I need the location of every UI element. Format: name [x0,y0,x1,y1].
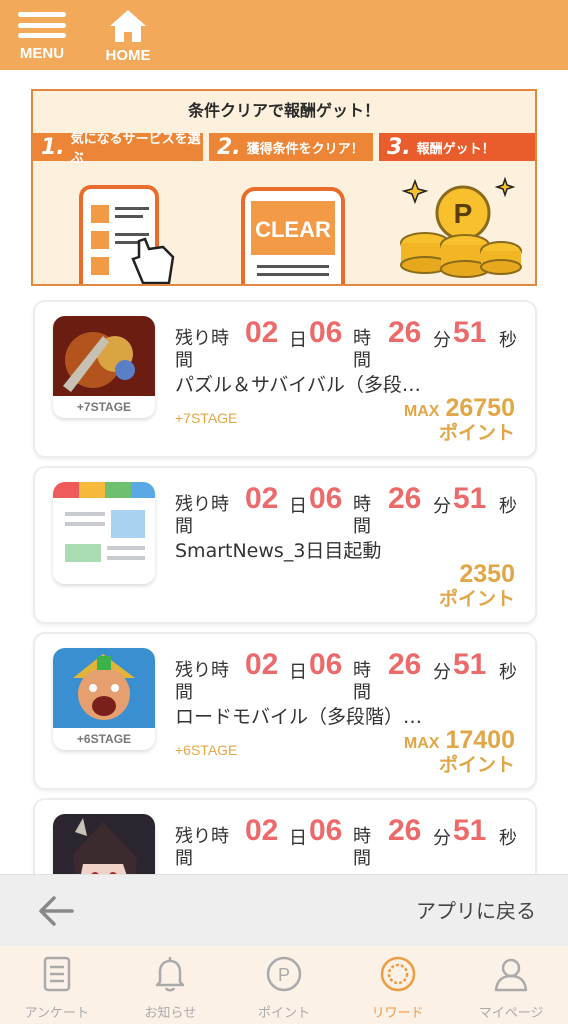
days-value: 02 [245,814,279,847]
menu-button[interactable]: MENU [7,8,77,66]
survey-icon [43,956,71,992]
svg-text:P: P [278,965,290,985]
days-value: 02 [245,316,279,349]
coin-stack-illustration: P [400,176,522,278]
offer-thumbnail [53,482,155,584]
tab-survey[interactable]: アンケート [0,946,114,1024]
tab-mypage[interactable]: マイページ [454,946,568,1024]
menu-label: MENU [19,45,65,62]
game-art-image [53,648,155,728]
remaining-time: 残り時 間 02 日 06 時 間 26 分 51 秒 [175,316,517,371]
thumbnail-stage-label: +7STAGE [53,396,155,418]
home-label: HOME [105,47,151,64]
days-value: 02 [245,648,279,681]
clear-text: CLEAR [255,217,331,242]
home-button[interactable]: HOME [93,8,163,66]
remaining-time: 残り時 間 02 日 06 時 間 26 分 51 秒 [175,482,517,537]
tab-reward[interactable]: リワード [341,946,455,1024]
tab-label: マイページ [478,1006,544,1021]
offer-card[interactable]: +7STAGE 残り時 間 02 日 06 時 間 26 分 51 秒 パズル＆… [33,300,537,458]
offer-stage-text: +7STAGE [175,410,238,426]
offer-points: MAX 26750 ポイント [403,394,515,444]
tab-notifications[interactable]: お知らせ [114,946,228,1024]
back-arrow-icon[interactable] [36,893,76,929]
minutes-value: 26 [388,482,422,515]
smartnews-logo-icon [53,482,155,584]
home-icon [110,10,146,42]
offer-card[interactable]: 残り時 間 02 日 06 時 間 26 分 51 秒 SmartNews_3日… [33,466,537,624]
tab-label: お知らせ [144,1006,197,1021]
bell-icon [156,957,185,992]
offer-points: MAX 17400 ポイント [403,726,515,776]
offer-points: 2350 ポイント [438,560,515,610]
point-icon: P [266,956,302,992]
phone-select-illustration [79,185,175,284]
minutes-value: 26 [388,648,422,681]
user-icon [494,958,528,992]
hamburger-icon [18,8,66,42]
offer-thumbnail: +7STAGE [53,316,155,418]
thumbnail-stage-label: +6STAGE [53,728,155,750]
minutes-value: 26 [388,316,422,349]
game-art-image [53,316,155,396]
banner-step-3: 3. 報酬ゲット！ [379,133,535,161]
banner-title: 条件クリアで報酬ゲット！ [187,101,380,120]
seconds-value: 51 [453,648,487,681]
tab-label: リワード [371,1006,424,1021]
bottom-tab-bar: アンケート お知らせ P ポイント リワード マイページ [0,946,568,1024]
top-bar: MENU HOME [0,0,568,70]
back-to-app-bar: アプリに戻る [0,874,568,946]
return-to-app-button[interactable]: アプリに戻る [416,895,536,924]
minutes-value: 26 [388,814,422,847]
remaining-time: 残り時 間 02 日 06 時 間 26 分 51 秒 [175,648,517,703]
hours-value: 06 [309,814,343,847]
offer-stage-text: +6STAGE [175,742,238,758]
hours-value: 06 [309,482,343,515]
offer-title: パズル＆サバイバル（多段… [175,374,421,396]
phone-clear-illustration: CLEAR [241,187,345,284]
offer-card[interactable]: +6STAGE 残り時 間 02 日 06 時 間 26 分 51 秒 ロードモ… [33,632,537,790]
hours-value: 06 [309,648,343,681]
reward-icon [380,956,415,992]
coin-letter: P [454,198,473,229]
seconds-value: 51 [453,482,487,515]
seconds-value: 51 [453,814,487,847]
tab-label: ポイント [257,1006,310,1021]
reward-steps-banner[interactable]: 条件クリアで報酬ゲット！ 1. 気になるサービスを選ぶ 2. 獲得条件をクリア！ 3… [31,89,537,286]
remaining-time: 残り時 間 02 日 06 時 間 26 分 51 秒 [175,814,517,869]
offer-title: ロードモバイル（多段階）… [175,706,423,728]
days-value: 02 [245,482,279,515]
hours-value: 06 [309,316,343,349]
offer-title: SmartNews_3日目起動 [175,540,382,562]
tab-points[interactable]: P ポイント [227,946,341,1024]
seconds-value: 51 [453,316,487,349]
offer-thumbnail: +6STAGE [53,648,155,750]
banner-step-1: 1. 気になるサービスを選ぶ [33,132,203,166]
tab-label: アンケート [24,1006,90,1021]
banner-step-2: 2. 獲得条件をクリア！ [209,133,373,161]
